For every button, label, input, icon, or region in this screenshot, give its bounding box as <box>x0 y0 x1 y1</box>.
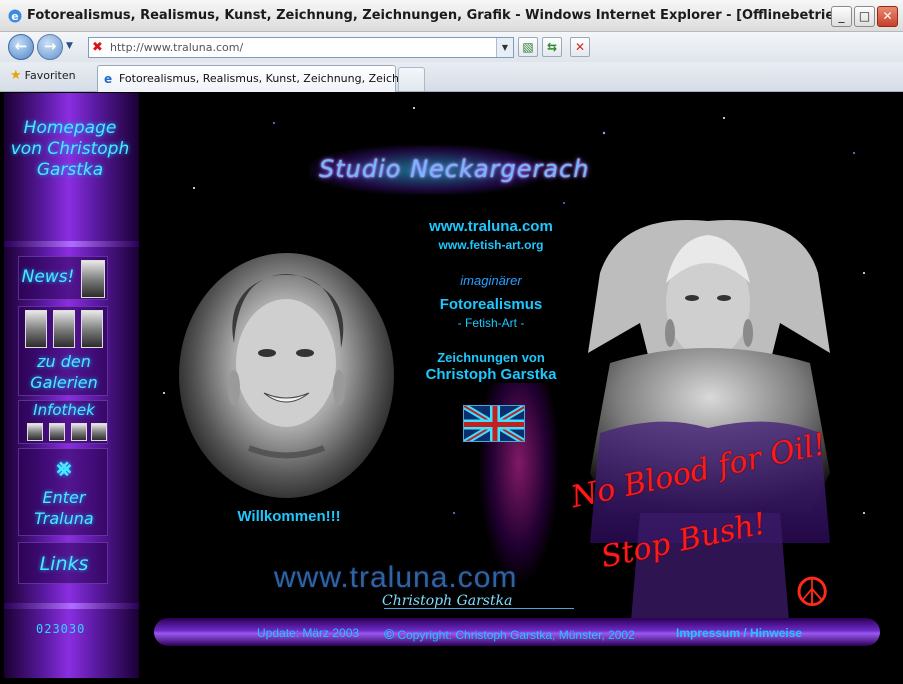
tab-active[interactable]: e Fotorealismus, Realismus, Kunst, Zeich… <box>97 65 423 92</box>
links-label: Links <box>39 553 89 575</box>
face-drawing <box>228 274 345 459</box>
enter-traluna-link[interactable]: ⨳ Enter Traluna <box>18 448 108 536</box>
stop-icon: ✕ <box>574 40 586 54</box>
title-bar: e Fotorealismus, Realismus, Kunst, Zeich… <box>0 0 903 32</box>
gallery-thumbnail <box>53 310 75 348</box>
web-page: Homepage von Christoph Garstka News! zu … <box>4 93 897 678</box>
primary-url-link[interactable]: www.traluna.com <box>384 218 598 235</box>
navigation-bar: ← → ▼ ✖ http://www.traluna.com/ ▼ ▧ ⇆ ✕ <box>0 32 903 62</box>
copyright-notice: © Copyright: Christoph Garstka, Münster, … <box>384 626 635 642</box>
address-bar[interactable]: ✖ http://www.traluna.com/ ▼ <box>88 37 514 58</box>
studio-logo: Studio Neckargerach <box>309 145 588 195</box>
internet-explorer-icon: e <box>8 9 22 23</box>
impressum-link[interactable]: Impressum / Hinweise <box>676 626 802 640</box>
news-link[interactable]: News! <box>18 256 108 300</box>
forward-button[interactable]: → <box>37 34 63 60</box>
fetish-art-label: - Fetish-Art - <box>457 316 525 330</box>
links-link[interactable]: Links <box>18 542 108 584</box>
refresh-button[interactable]: ⇆ <box>542 37 562 57</box>
infothek-thumbnail <box>91 423 107 441</box>
site-favicon-icon: ✖ <box>92 40 103 55</box>
gallery-thumbnail <box>25 310 47 348</box>
close-button[interactable]: ✕ <box>877 6 898 27</box>
copyright-text: Copyright: Christoph Garstka, Münster, 2… <box>397 628 635 642</box>
visitor-counter: 023030 <box>36 622 86 636</box>
recent-pages-dropdown[interactable]: ▼ <box>66 41 73 51</box>
studio-label: Studio Neckargerach <box>319 155 590 183</box>
english-version-button[interactable] <box>463 405 525 442</box>
arrow-left-icon: ← <box>14 37 28 55</box>
infothek-thumbnail <box>49 423 65 441</box>
peace-icon: ☮ <box>794 570 830 616</box>
refresh-icon: ⇆ <box>546 40 558 54</box>
infothek-label: Infothek <box>33 401 95 419</box>
stop-button[interactable]: ✕ <box>570 37 590 57</box>
watermark-url: www.traluna.com <box>274 561 518 594</box>
welcome-text: Willkommen!!! <box>237 508 341 525</box>
uk-flag-icon <box>464 406 524 441</box>
gallery-thumbnail <box>81 310 103 348</box>
address-input[interactable]: http://www.traluna.com/ <box>110 41 243 54</box>
window-title: Fotorealismus, Realismus, Kunst, Zeichnu… <box>27 8 850 23</box>
fotorealismus-label: Fotorealismus <box>439 296 543 313</box>
tab-label: Fotorealismus, Realismus, Kunst, Zeichnu… <box>119 72 424 85</box>
enter-traluna-label: Enter Traluna <box>34 488 94 528</box>
favorites-label: Favoriten <box>24 69 76 82</box>
news-label: News! <box>21 267 75 287</box>
news-thumbnail <box>81 260 105 298</box>
internet-explorer-icon: e <box>104 72 113 86</box>
update-date: Update: März 2003 <box>257 626 360 640</box>
new-tab-button[interactable] <box>398 67 425 91</box>
traluna-logo-icon: ⨳ <box>56 453 72 481</box>
sidebar-divider <box>4 241 139 247</box>
back-button[interactable]: ← <box>8 34 34 60</box>
portrait-drawing-left <box>179 253 394 498</box>
imaginary-label: imaginärer <box>460 273 522 288</box>
infothek-thumbnail <box>27 423 43 441</box>
compatibility-icon: ▧ <box>522 40 534 54</box>
galleries-label: zu den Galerien <box>30 352 98 392</box>
drawings-by-label: Zeichnungen von <box>437 350 545 365</box>
address-dropdown-button[interactable]: ▼ <box>496 38 513 57</box>
artist-name: Christoph Garstka <box>425 366 557 383</box>
artist-signature: Christoph Garstka <box>382 593 513 609</box>
copyright-icon: © <box>384 626 395 642</box>
minimize-button[interactable]: _ <box>831 6 852 27</box>
arrow-right-icon: → <box>43 37 57 55</box>
signature-underline <box>384 608 574 609</box>
star-icon: ★ <box>10 68 22 83</box>
tab-bar: ★ Favoriten e Fotorealismus, Realismus, K… <box>0 62 903 92</box>
compatibility-view-button[interactable]: ▧ <box>518 37 538 57</box>
infothek-thumbnail <box>71 423 87 441</box>
sidebar-divider <box>4 603 139 609</box>
favorites-button[interactable]: ★ Favoriten <box>10 68 76 83</box>
maximize-button[interactable]: □ <box>854 6 875 27</box>
homepage-heading: Homepage von Christoph Garstka <box>10 118 130 180</box>
galleries-link[interactable]: zu den Galerien <box>18 306 108 396</box>
infothek-link[interactable]: Infothek <box>18 400 108 444</box>
secondary-url-link[interactable]: www.fetish-art.org <box>384 238 598 252</box>
sidebar-navigation: Homepage von Christoph Garstka News! zu … <box>4 93 139 678</box>
svg-text:e: e <box>11 10 18 23</box>
